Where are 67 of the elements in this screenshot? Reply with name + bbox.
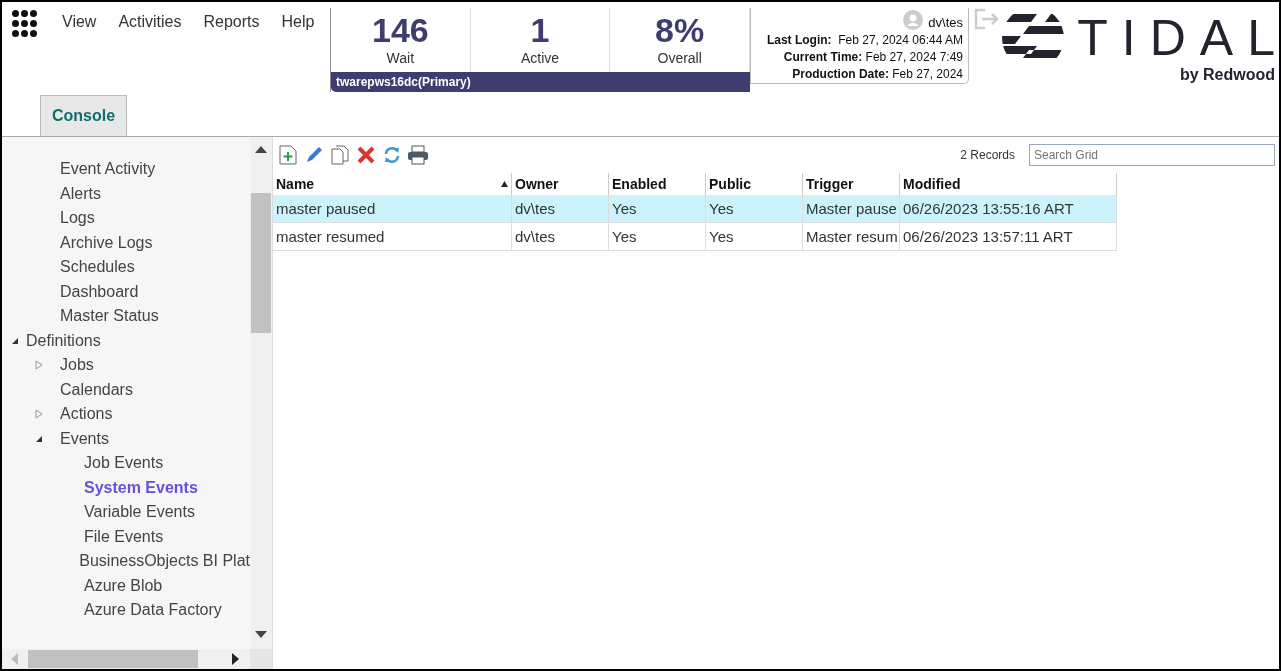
tab[interactable]: Console	[40, 95, 128, 136]
expanded-triangle-icon[interactable]	[11, 336, 19, 345]
scroll-right-icon[interactable]	[232, 653, 240, 665]
stat-label: Overall	[657, 50, 702, 66]
collapsed-triangle-icon[interactable]	[35, 360, 43, 371]
tree-item[interactable]: Azure Data Factory	[84, 601, 222, 620]
menu-item[interactable]: View	[62, 13, 97, 31]
search-field[interactable]: Search Grid	[1029, 144, 1275, 166]
table-cell: 06/26/2023 13:57:11 ART	[900, 223, 1117, 251]
stat-value: 8%	[655, 10, 705, 50]
table-cell: master resumed	[273, 223, 512, 251]
stat-label: Active	[520, 50, 560, 66]
add-button[interactable]	[277, 144, 299, 166]
tree-item[interactable]: Calendars	[60, 380, 133, 399]
tree-item[interactable]: Actions	[60, 405, 113, 424]
scroll-thumb[interactable]	[251, 193, 271, 333]
stat-value: 1	[530, 10, 550, 50]
print-button[interactable]	[407, 144, 429, 166]
delete-button[interactable]	[355, 144, 377, 166]
tree-item[interactable]: Dashboard	[60, 282, 139, 301]
scroll-up-icon[interactable]	[255, 145, 267, 153]
tree-item[interactable]: Event Activity	[60, 160, 156, 179]
vertical-scrollbar[interactable]	[250, 137, 272, 649]
info-line: Last Login: Feb 27, 2024 06:44 AM	[766, 33, 963, 47]
table-cell: Yes	[609, 195, 706, 223]
tree-item[interactable]: Jobs	[60, 356, 94, 375]
table-cell: Yes	[706, 223, 803, 251]
tree-item[interactable]: Events	[60, 429, 109, 448]
tree-item[interactable]: System Events	[84, 478, 198, 497]
record-count: 2 Records	[960, 148, 1015, 162]
scroll-down-icon[interactable]	[255, 631, 267, 639]
table-cell: Master resum	[803, 223, 900, 251]
tree-item[interactable]: Master Status	[60, 307, 159, 326]
tree-item[interactable]: Variable Events	[84, 503, 195, 522]
user-avatar-icon	[903, 10, 924, 30]
info-line: Current Time: Feb 27, 2024 7:49	[783, 50, 963, 64]
tree-item[interactable]: Job Events	[84, 454, 164, 473]
logo-tagline: by Redwood	[1179, 66, 1275, 84]
user-name: dv\tes	[928, 15, 963, 30]
logo-name: TIDAL	[1077, 11, 1279, 65]
table-cell: Master pause	[803, 195, 900, 223]
table-cell: Yes	[706, 195, 803, 223]
scroll-thumb[interactable]	[28, 650, 198, 668]
table-cell: master paused	[273, 195, 512, 223]
table-cell: Yes	[609, 223, 706, 251]
tree-item[interactable]: Definitions	[26, 331, 101, 350]
tree-item[interactable]: Logs	[60, 209, 95, 228]
menu-item[interactable]: Activities	[118, 13, 182, 31]
expanded-triangle-icon[interactable]	[35, 434, 43, 443]
tree-item[interactable]: Azure Blob	[84, 576, 163, 595]
menu-item[interactable]: Help	[281, 13, 315, 31]
collapsed-triangle-icon[interactable]	[35, 409, 43, 420]
stat-value: 146	[371, 10, 429, 50]
table-cell: dv\tes	[512, 195, 609, 223]
horizontal-scrollbar[interactable]	[2, 649, 250, 669]
menu-item[interactable]: Reports	[203, 13, 260, 31]
tree-item[interactable]: Schedules	[60, 258, 135, 277]
copy-button[interactable]	[329, 144, 351, 166]
master-name: twarepws16dc(Primary)	[331, 72, 750, 92]
tree-item[interactable]: Alerts	[60, 184, 101, 203]
table-cell: 06/26/2023 13:55:16 ART	[900, 195, 1117, 223]
tree-item[interactable]: BusinessObjects BI Plat	[79, 552, 250, 571]
info-line: Production Date: Feb 27, 2024	[792, 67, 963, 81]
table-cell: dv\tes	[512, 223, 609, 251]
tree-item[interactable]: Archive Logs	[60, 233, 153, 252]
stat-label: Wait	[386, 50, 415, 66]
tree-item[interactable]: File Events	[84, 527, 164, 546]
